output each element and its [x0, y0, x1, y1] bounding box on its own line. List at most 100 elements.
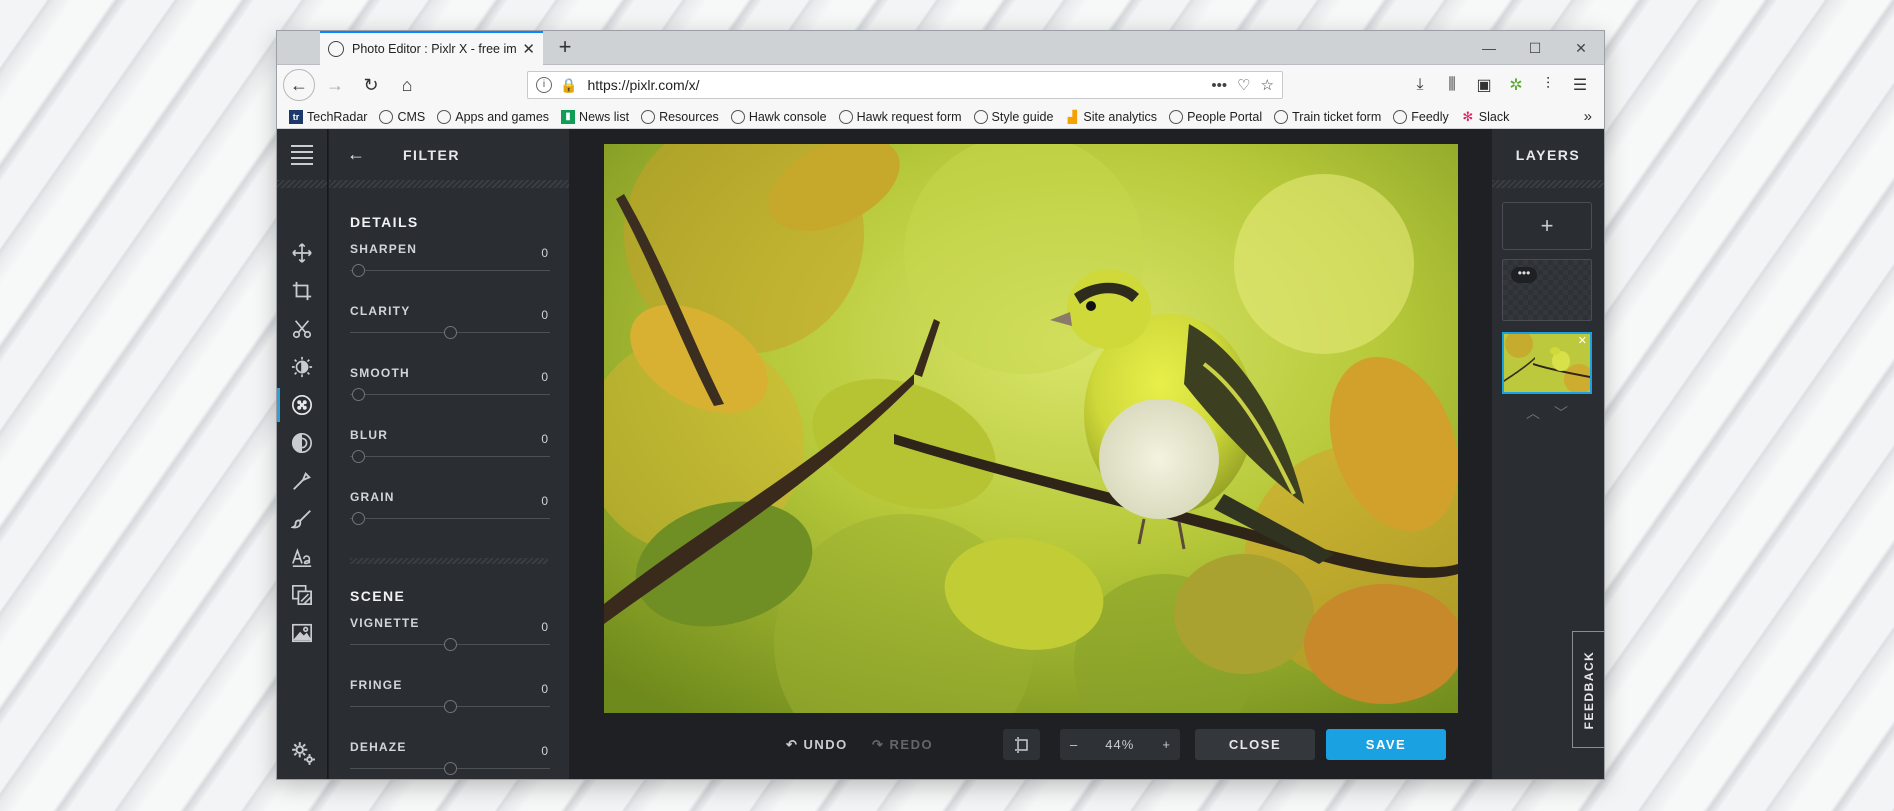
- text-tool-button[interactable]: [277, 538, 327, 576]
- slider-handle[interactable]: [352, 388, 365, 401]
- pocket-icon[interactable]: ♡: [1237, 76, 1250, 94]
- home-button[interactable]: ⌂: [391, 69, 423, 101]
- slider-blur[interactable]: BLUR 0: [350, 416, 550, 478]
- library-icon[interactable]: ⫼: [1436, 76, 1468, 94]
- redo-icon: ↷: [872, 737, 890, 752]
- zoom-out-button[interactable]: –: [1070, 737, 1077, 752]
- extension-icon[interactable]: ✲: [1500, 75, 1532, 95]
- effect-icon: [292, 433, 312, 453]
- slider-track[interactable]: [350, 456, 550, 457]
- menu-icon[interactable]: ☰: [1564, 75, 1596, 95]
- maximize-icon[interactable]: ☐: [1512, 31, 1558, 65]
- window-close-icon[interactable]: ✕: [1558, 31, 1604, 65]
- move-layer-up-icon[interactable]: ︿: [1526, 405, 1554, 421]
- slider-label: FRINGE: [350, 678, 403, 692]
- bookmark-item[interactable]: Resources: [641, 109, 719, 124]
- slider-handle[interactable]: [352, 264, 365, 277]
- photo-canvas[interactable]: [604, 144, 1458, 713]
- slider-sharpen[interactable]: SHARPEN 0: [350, 230, 550, 292]
- image-tool-button[interactable]: [277, 614, 327, 652]
- bookmark-item[interactable]: ▟ Site analytics: [1065, 110, 1157, 124]
- draw-tool-button[interactable]: [277, 500, 327, 538]
- feedback-label: FEEDBACK: [1581, 650, 1596, 729]
- arrange-tool-button[interactable]: [277, 234, 327, 272]
- url-text[interactable]: https://pixlr.com/x/: [587, 77, 1201, 93]
- bookmark-item[interactable]: People Portal: [1169, 109, 1262, 124]
- zoom-level[interactable]: 44%: [1105, 737, 1134, 752]
- address-bar[interactable]: i 🔒 https://pixlr.com/x/ ••• ♡ ☆: [527, 71, 1283, 99]
- slider-vignette[interactable]: VIGNETTE 0: [350, 604, 550, 666]
- cutout-tool-button[interactable]: [277, 310, 327, 348]
- bookmark-star-icon[interactable]: ☆: [1261, 76, 1274, 94]
- bookmark-item[interactable]: CMS: [379, 109, 425, 124]
- slider-value: 0: [541, 246, 548, 260]
- slider-track[interactable]: [350, 518, 550, 519]
- bookmark-item[interactable]: Feedly: [1393, 109, 1449, 124]
- slider-track[interactable]: [350, 394, 550, 395]
- move-arrows-icon: [292, 243, 312, 263]
- slider-label: DEHAZE: [350, 740, 407, 754]
- filter-tool-button[interactable]: [277, 386, 327, 424]
- globe-icon: [1274, 109, 1289, 124]
- slider-handle[interactable]: [352, 450, 365, 463]
- move-layer-down-icon[interactable]: ﹀: [1554, 405, 1582, 421]
- main-menu-button[interactable]: [277, 129, 327, 180]
- back-button[interactable]: ←: [283, 69, 315, 101]
- elements-tool-button[interactable]: [277, 576, 327, 614]
- globe-icon: [730, 109, 745, 124]
- globe-icon: [437, 109, 452, 124]
- add-layer-button[interactable]: +: [1502, 202, 1592, 250]
- adjust-tool-button[interactable]: [277, 348, 327, 386]
- bookmark-item[interactable]: tr TechRadar: [289, 109, 367, 124]
- retouch-tool-button[interactable]: [277, 462, 327, 500]
- save-button[interactable]: SAVE: [1326, 729, 1446, 760]
- layer-thumbnail-empty[interactable]: •••: [1502, 259, 1592, 321]
- effect-tool-button[interactable]: [277, 424, 327, 462]
- panel-title: FILTER: [403, 146, 460, 163]
- reload-button[interactable]: ↻: [355, 69, 387, 101]
- more-bookmarks-icon[interactable]: »: [1584, 108, 1592, 125]
- zoom-in-button[interactable]: +: [1162, 737, 1170, 752]
- bookmark-item[interactable]: Train ticket form: [1274, 109, 1381, 124]
- new-tab-button[interactable]: +: [551, 34, 579, 60]
- slider-grain[interactable]: GRAIN 0: [350, 478, 550, 540]
- bookmark-item[interactable]: Apps and games: [437, 109, 549, 124]
- bookmark-item[interactable]: Style guide: [973, 109, 1053, 124]
- slider-clarity[interactable]: CLARITY 0: [350, 292, 550, 354]
- close-tab-icon[interactable]: ✕: [522, 40, 535, 58]
- slider-handle[interactable]: [444, 700, 457, 713]
- downloads-icon[interactable]: ⤓: [1404, 76, 1436, 94]
- site-info-icon[interactable]: i: [536, 77, 552, 93]
- bookmark-item[interactable]: ▮ News list: [561, 109, 629, 124]
- browser-tab[interactable]: Photo Editor : Pixlr X - free image edit…: [320, 31, 543, 65]
- minimize-icon[interactable]: —: [1466, 31, 1512, 65]
- crop-tool-button[interactable]: [277, 272, 327, 310]
- forward-button[interactable]: →: [319, 69, 351, 101]
- extension-bars-icon[interactable]: ⫶: [1532, 76, 1564, 94]
- undo-button[interactable]: ↶ UNDO: [786, 737, 848, 753]
- slider-handle[interactable]: [444, 326, 457, 339]
- layer-options-button[interactable]: •••: [1511, 267, 1537, 283]
- back-arrow-icon[interactable]: ←: [347, 144, 365, 165]
- bookmark-item[interactable]: Hawk console: [730, 109, 827, 124]
- slider-dehaze[interactable]: DEHAZE 0: [350, 728, 550, 779]
- layer-thumbnail-photo[interactable]: ✕: [1502, 332, 1592, 394]
- sidebar-icon[interactable]: ▣: [1468, 75, 1500, 95]
- slider-fringe[interactable]: FRINGE 0: [350, 666, 550, 728]
- page-actions-icon[interactable]: •••: [1211, 77, 1227, 94]
- bookmark-item[interactable]: Hawk request form: [838, 109, 962, 124]
- settings-button[interactable]: [277, 740, 328, 771]
- slider-handle[interactable]: [444, 762, 457, 775]
- bookmark-item[interactable]: ✻ Slack: [1461, 109, 1509, 124]
- redo-button[interactable]: ↷ REDO: [872, 737, 933, 753]
- slider-handle[interactable]: [352, 512, 365, 525]
- crop-icon: [292, 281, 312, 301]
- feedback-tab[interactable]: FEEDBACK: [1572, 631, 1604, 748]
- remove-layer-icon[interactable]: ✕: [1578, 334, 1587, 347]
- slider-track[interactable]: [350, 270, 550, 271]
- fit-canvas-button[interactable]: [1003, 729, 1040, 760]
- browser-window: Photo Editor : Pixlr X - free image edit…: [277, 31, 1604, 779]
- slider-handle[interactable]: [444, 638, 457, 651]
- close-button[interactable]: CLOSE: [1195, 729, 1315, 760]
- slider-smooth[interactable]: SMOOTH 0: [350, 354, 550, 416]
